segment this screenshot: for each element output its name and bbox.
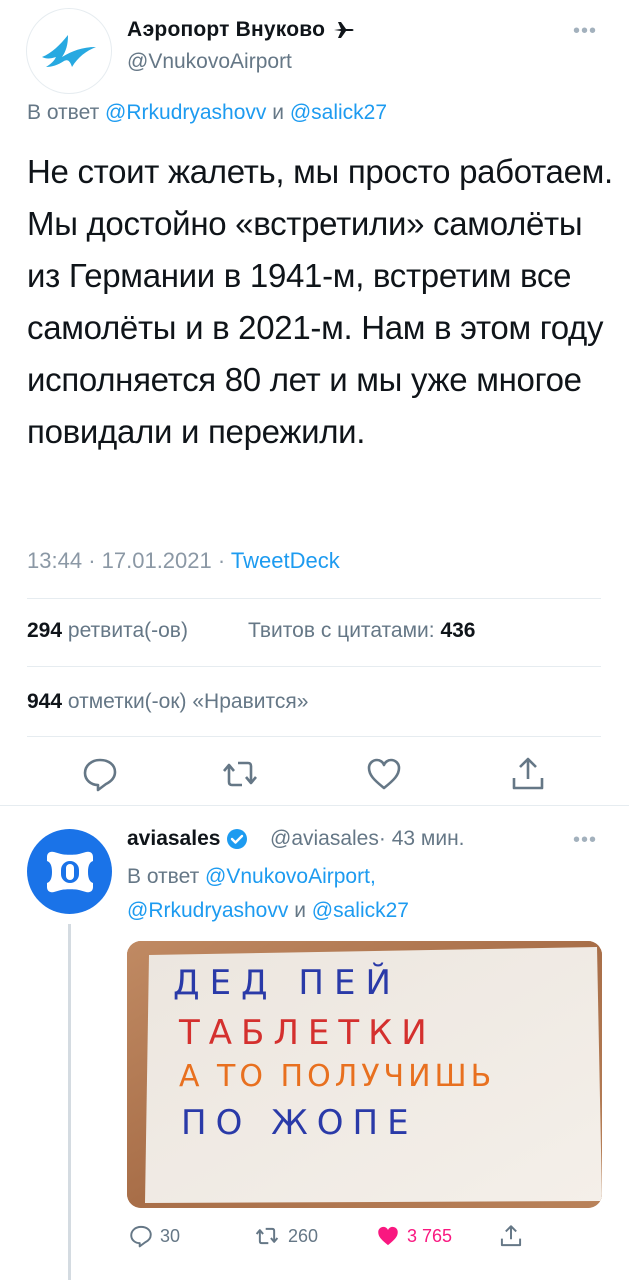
like-button[interactable]: 3 765 [375, 1223, 452, 1249]
reply-user-link[interactable]: @Rrkudryashovv [105, 101, 266, 124]
reply-and: и [272, 101, 284, 124]
more-icon[interactable]: ••• [573, 20, 597, 43]
tweet-text: Не стоит жалеть, мы просто работаем. Мы … [27, 153, 613, 450]
reply-time-ago[interactable]: 43 мин. [392, 827, 465, 850]
share-icon[interactable] [508, 754, 548, 794]
vnukovo-avatar[interactable] [26, 8, 112, 94]
reply-and: и [294, 899, 306, 922]
retweet-button[interactable]: 260 [252, 1223, 318, 1249]
separator: · [88, 548, 96, 573]
likes-label: отметки(-ок) «Нравится» [67, 690, 309, 713]
reply-prefix: В ответ [127, 865, 200, 888]
separator: · [217, 548, 226, 573]
reply-user-link[interactable]: @salick27 [290, 101, 387, 124]
retweets-label: ретвита(-ов) [67, 619, 188, 642]
verified-icon [227, 829, 248, 849]
likes-stat[interactable]: 944 отметки(-ок) «Нравится» [27, 690, 308, 714]
separator: · [378, 827, 386, 850]
divider [0, 805, 629, 806]
share-icon [500, 1225, 522, 1247]
like-icon [378, 1226, 398, 1246]
divider [27, 666, 601, 667]
aviasales-avatar[interactable] [27, 829, 112, 914]
note-line-1: ДЕД ПЕЙ [173, 963, 401, 1003]
aviasales-logo-icon [46, 851, 93, 892]
reply-to-line: В ответ @Rrkudryashovv и @salick27 [27, 101, 387, 125]
reply-user-link[interactable]: @Rrkudryashovv [127, 899, 288, 922]
author-name[interactable]: Аэропорт Внуково [127, 18, 325, 42]
tweet-meta: 13:44 · 17.01.2021 · TweetDeck [27, 548, 340, 574]
retweet-icon [255, 1227, 279, 1245]
author-handle[interactable]: @VnukovoAirport [127, 50, 292, 74]
likes-count: 944 [27, 690, 63, 713]
reply-count: 30 [160, 1225, 181, 1246]
tweet-date[interactable]: 17.01.2021 [102, 548, 212, 573]
vnukovo-logo-icon [42, 35, 96, 67]
more-icon[interactable]: ••• [573, 829, 597, 852]
reply-icon[interactable] [80, 754, 120, 794]
quotes-count: 436 [440, 619, 476, 642]
like-icon[interactable] [364, 754, 404, 794]
divider [27, 736, 601, 737]
retweets-count: 294 [27, 619, 63, 642]
reply-author-name[interactable]: aviasales [127, 827, 220, 851]
author-name-row[interactable]: Аэропорт Внуково [127, 18, 355, 42]
note-line-2: ТАБЛЕТКИ [179, 1013, 436, 1053]
thread-line [68, 924, 71, 1280]
tweet-source[interactable]: TweetDeck [231, 548, 340, 573]
quotes-label: Твитов с цитатами: [248, 619, 435, 642]
share-button[interactable] [498, 1223, 524, 1249]
note-line-3: А ТО ПОЛУЧИШЬ [179, 1059, 496, 1094]
reply-user-link[interactable]: @salick27 [312, 899, 409, 922]
divider [27, 598, 601, 599]
reply-user-link[interactable]: @VnukovoAirport, [205, 865, 376, 888]
tweet-media-image[interactable]: ДЕД ПЕЙ ТАБЛЕТКИ А ТО ПОЛУЧИШЬ ПО ЖОПЕ [127, 941, 602, 1208]
reply-prefix: В ответ [27, 101, 100, 124]
retweet-icon[interactable] [220, 754, 260, 794]
note-line-4: ПО ЖОПЕ [181, 1103, 418, 1143]
reply-author-handle[interactable]: @aviasales [270, 827, 379, 850]
reply-icon [130, 1225, 152, 1248]
reply-handle-row: @aviasales· 43 мин. [270, 827, 465, 851]
airplane-icon [334, 22, 354, 38]
reply-button[interactable]: 30 [128, 1223, 180, 1249]
tweet-time[interactable]: 13:44 [27, 548, 82, 573]
retweets-stat[interactable]: 294 ретвита(-ов) [27, 619, 188, 643]
retweet-count: 260 [288, 1225, 319, 1246]
reply-to-line: В ответ @VnukovoAirport, @Rrkudryashovv … [127, 860, 617, 928]
reply-author-name-row[interactable]: aviasales [127, 827, 248, 851]
like-count: 3 765 [407, 1225, 453, 1246]
quotes-stat[interactable]: Твитов с цитатами: 436 [248, 619, 476, 643]
